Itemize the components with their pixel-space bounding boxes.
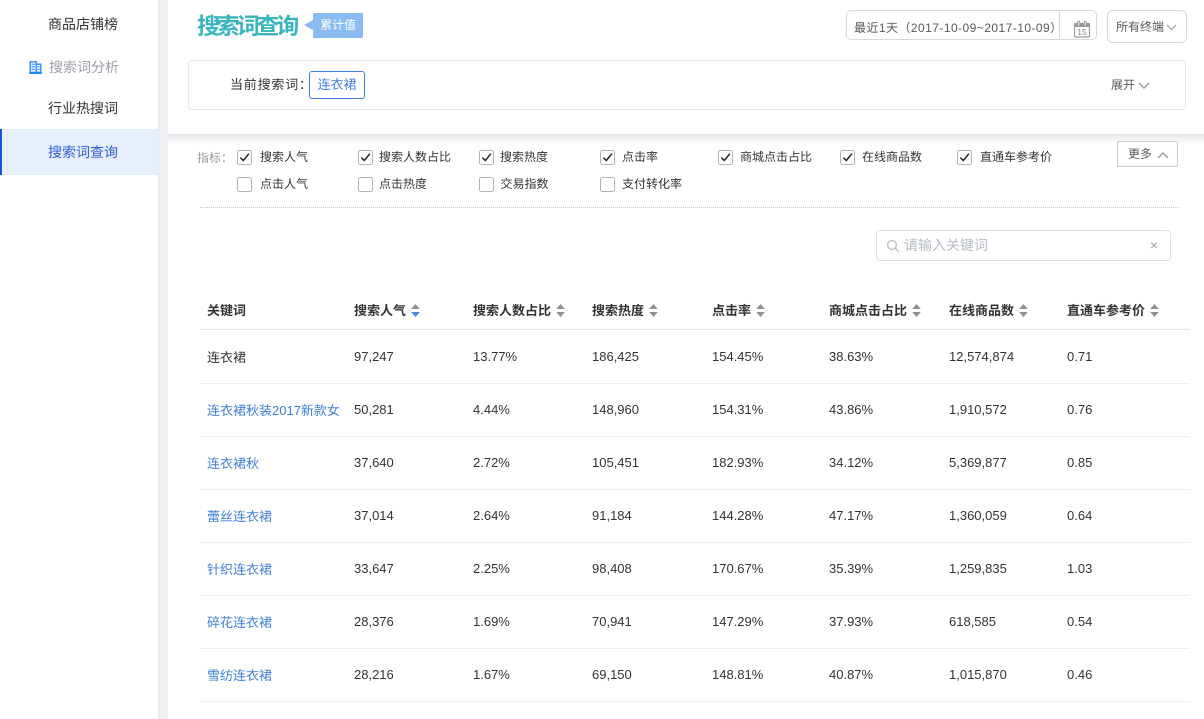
svg-text:15: 15 <box>1077 27 1087 37</box>
